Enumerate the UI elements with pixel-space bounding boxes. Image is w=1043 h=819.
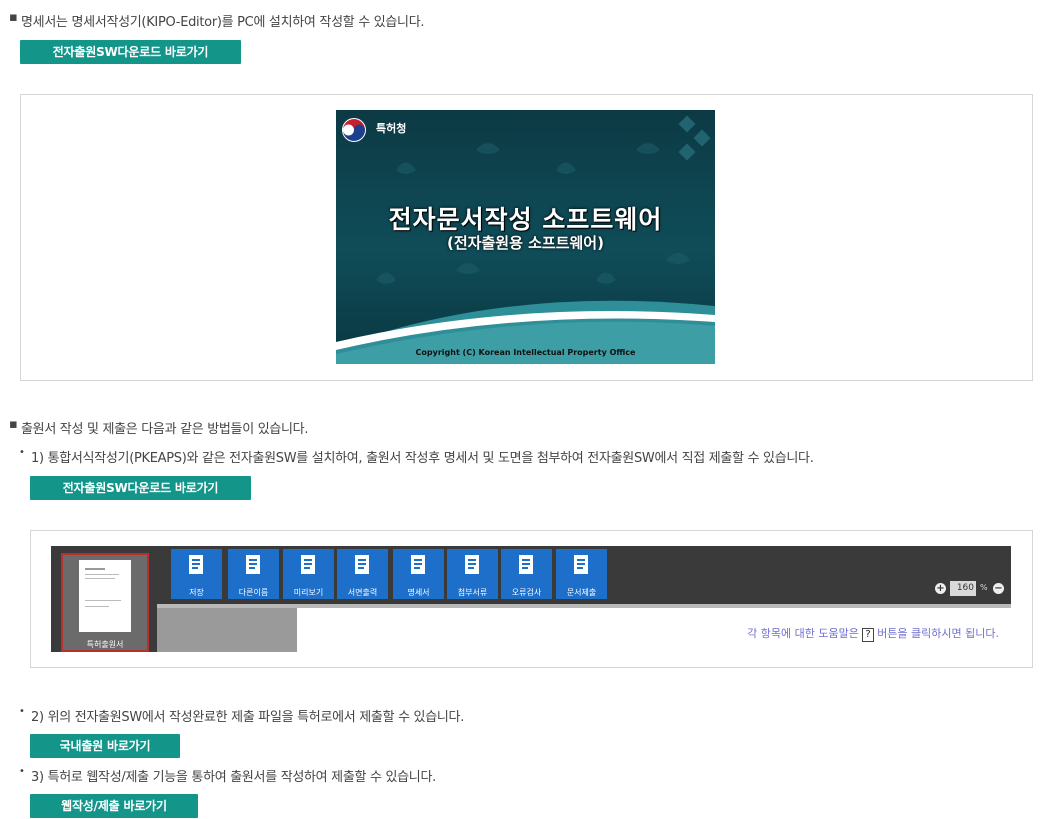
- method-2-text: 2) 위의 전자출원SW에서 작성완료한 제출 파일을 특허로에서 제출할 수 …: [31, 710, 465, 725]
- bullet: ▪: [9, 10, 18, 25]
- bullet: •: [19, 706, 25, 717]
- toolbar-button-print[interactable]: 서면출력: [337, 549, 388, 599]
- toolbar-button-error-check[interactable]: 오류검사: [501, 549, 552, 599]
- toolbar-button-label: 다른이름: [238, 588, 269, 597]
- toolbar-button-attachment[interactable]: 첨부서류: [447, 549, 498, 599]
- web-filing-button[interactable]: 웹작성/제출 바로가기: [30, 794, 198, 818]
- toolbar-button-label: 서면출력: [347, 588, 378, 597]
- sw-download-button[interactable]: 전자출원SW다운로드 바로가기: [20, 40, 241, 64]
- toolbar-button-label: 문서제출: [566, 588, 597, 597]
- bullet: •: [19, 447, 25, 458]
- save-as-icon: [244, 554, 262, 576]
- toolbar-button-submit[interactable]: 문서제출: [556, 549, 607, 599]
- splash-title: 전자문서작성 소프트웨어: [388, 205, 663, 234]
- zoom-unit: %: [980, 583, 988, 592]
- toolbar-button-document[interactable]: 명세서: [393, 549, 444, 599]
- toolbar-button-label: 명세서: [407, 588, 430, 597]
- help-text: 각 항목에 대한 도움말은 ? 버튼을 클릭하시면 됩니다.: [747, 627, 999, 642]
- document-icon: [409, 554, 427, 576]
- toolbar-button-label: 저장: [189, 588, 204, 597]
- print-icon: [353, 554, 371, 576]
- thumbnail-label: 특허출원서: [86, 640, 124, 649]
- side-panel: [157, 608, 297, 652]
- splash-copyright: Copyright (C) Korean Intellectual Proper…: [415, 348, 636, 357]
- help-area: 각 항목에 대한 도움말은 ? 버튼을 클릭하시면 됩니다.: [297, 608, 1011, 652]
- toolbar-button-preview[interactable]: 미리보기: [283, 549, 334, 599]
- splash-subtitle: (전자출원용 소프트웨어): [447, 234, 604, 252]
- bullet: •: [19, 766, 25, 777]
- save-icon: [187, 554, 205, 576]
- bullet: ▪: [9, 417, 18, 432]
- error-check-icon: [517, 554, 535, 576]
- editor-toolbar: 저장 다른이름 미리보기 서면출력 명세서 첨부서류 오류검사 문서제출: [171, 546, 611, 604]
- zoom-in-icon[interactable]: +: [935, 583, 946, 594]
- attachment-icon: [463, 554, 481, 576]
- toolbar-button-save-as[interactable]: 다른이름: [228, 549, 279, 599]
- help-key-icon: ?: [862, 628, 874, 642]
- toolbar-button-label: 미리보기: [293, 588, 324, 597]
- splash-org-name: 특허청: [376, 122, 407, 135]
- domestic-filing-button[interactable]: 국내출원 바로가기: [30, 734, 180, 758]
- method-1-text: 1) 통합서식작성기(PKEAPS)와 같은 전자출원SW를 설치하여, 출원서…: [31, 451, 814, 466]
- page-thumbnail: [79, 560, 131, 632]
- zoom-out-icon[interactable]: −: [993, 583, 1004, 594]
- intro-text: 명세서는 명세서작성기(KIPO-Editor)를 PC에 설치하여 작성할 수…: [21, 15, 425, 30]
- method-3-text: 3) 특허로 웹작성/제출 기능을 통하여 출원서를 작성하여 제출할 수 있습…: [31, 770, 436, 785]
- zoom-input[interactable]: 160: [950, 581, 976, 596]
- toolbar-button-save[interactable]: 저장: [171, 549, 222, 599]
- methods-heading: 출원서 작성 및 제출은 다음과 같은 방법들이 있습니다.: [21, 422, 309, 437]
- sw-download-button-2[interactable]: 전자출원SW다운로드 바로가기: [30, 476, 251, 500]
- editor-screenshot: 특허출원서 저장 다른이름 미리보기 서면출력 명세서 첨부서류 오류검사 문서제출 + 16…: [51, 546, 1011, 652]
- software-splash-image: 특허청 전자문서작성 소프트웨어 (전자출원용 소프트웨어) Copyright…: [336, 110, 715, 364]
- submit-icon: [572, 554, 590, 576]
- toolbar-button-label: 오류검사: [511, 588, 542, 597]
- preview-icon: [299, 554, 317, 576]
- toolbar-button-label: 첨부서류: [457, 588, 488, 597]
- thumbnail-panel[interactable]: 특허출원서: [61, 553, 149, 652]
